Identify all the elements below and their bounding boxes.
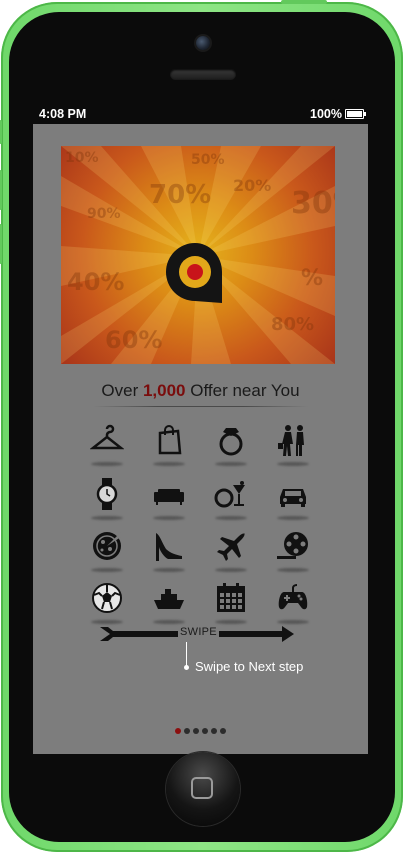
watermark-text: %: [301, 266, 324, 291]
ring-icon: [219, 428, 243, 456]
page-dot[interactable]: [211, 728, 217, 734]
page-dot[interactable]: [202, 728, 208, 734]
location-pin-logo-icon: [165, 243, 222, 303]
category-sports[interactable]: [87, 578, 127, 618]
page-indicator: [175, 728, 226, 734]
mute-switch: [0, 120, 2, 144]
ship-icon: [154, 589, 184, 609]
watermark-text: 20%: [233, 176, 272, 195]
people-shopping-icon: [278, 425, 304, 456]
headline-prefix: Over: [101, 381, 139, 400]
status-bar: 4:08 PM 100%: [33, 104, 368, 124]
watermark-text: 30%: [291, 186, 335, 221]
swipe-arrow[interactable]: SWIPE: [98, 624, 298, 644]
page-dot[interactable]: [193, 728, 199, 734]
home-button[interactable]: [166, 752, 240, 826]
battery-icon: [345, 109, 366, 119]
category-furniture[interactable]: [149, 474, 189, 514]
category-travel[interactable]: [211, 526, 251, 566]
page-dot-active[interactable]: [175, 728, 181, 734]
calendar-icon: [217, 583, 245, 612]
film-reel-icon: [277, 532, 308, 559]
hint-connector: [186, 642, 187, 666]
category-footwear[interactable]: [149, 526, 189, 566]
watermark-text: 40%: [67, 268, 125, 296]
front-camera: [196, 36, 210, 50]
hint-dot: [184, 665, 189, 670]
category-events[interactable]: [211, 578, 251, 618]
offer-banner: 10% 90% 70% 30% 40% 60% 20% 80% % 50%: [61, 146, 335, 364]
watermark-text: 90%: [87, 206, 121, 222]
category-people[interactable]: [273, 420, 313, 460]
watermark-text: 50%: [191, 152, 225, 168]
offer-count: 1,000: [142, 381, 186, 400]
volume-up-button: [0, 170, 2, 210]
category-automobile[interactable]: [273, 474, 313, 514]
category-watches[interactable]: [87, 474, 127, 514]
headline-underline: [93, 406, 308, 407]
swipe-hint: Swipe to Next step: [195, 659, 304, 674]
app-screen[interactable]: 10% 90% 70% 30% 40% 60% 20% 80% % 50% Ov…: [33, 124, 368, 754]
car-icon: [280, 489, 306, 507]
status-battery-percent: 100%: [310, 107, 342, 121]
pizza-icon: [93, 532, 121, 560]
category-dining[interactable]: [211, 474, 251, 514]
headline-suffix: Offer near You: [190, 381, 300, 400]
category-fashion[interactable]: [87, 420, 127, 460]
airplane-icon: [217, 533, 245, 561]
dining-drinks-icon: [214, 481, 245, 508]
gamepad-icon: [278, 584, 308, 610]
offer-headline: Over 1,000 Offer near You: [33, 381, 368, 407]
watermark-text: 80%: [271, 314, 315, 335]
hanger-icon: [90, 424, 124, 450]
swipe-label: SWIPE: [178, 626, 219, 638]
watermark-text: 10%: [65, 150, 99, 166]
category-jewellery[interactable]: [211, 420, 251, 460]
home-square-icon: [191, 777, 213, 799]
earpiece-speaker: [170, 69, 236, 80]
soccer-ball-icon: [92, 583, 122, 613]
category-shopping[interactable]: [149, 420, 189, 460]
page-dot[interactable]: [220, 728, 226, 734]
watermark-text: 70%: [149, 180, 212, 210]
category-food[interactable]: [87, 526, 127, 566]
watermark-text: 60%: [105, 326, 163, 354]
status-time: 4:08 PM: [39, 107, 87, 121]
shopping-bag-icon: [158, 425, 182, 455]
page-dot[interactable]: [184, 728, 190, 734]
category-cruises[interactable]: [149, 578, 189, 618]
power-button: [281, 0, 327, 4]
category-games[interactable]: [273, 578, 313, 618]
volume-down-button: [0, 224, 2, 264]
sofa-icon: [154, 489, 184, 505]
watch-icon: [96, 478, 118, 510]
high-heel-icon: [156, 533, 182, 561]
category-movies[interactable]: [273, 526, 313, 566]
